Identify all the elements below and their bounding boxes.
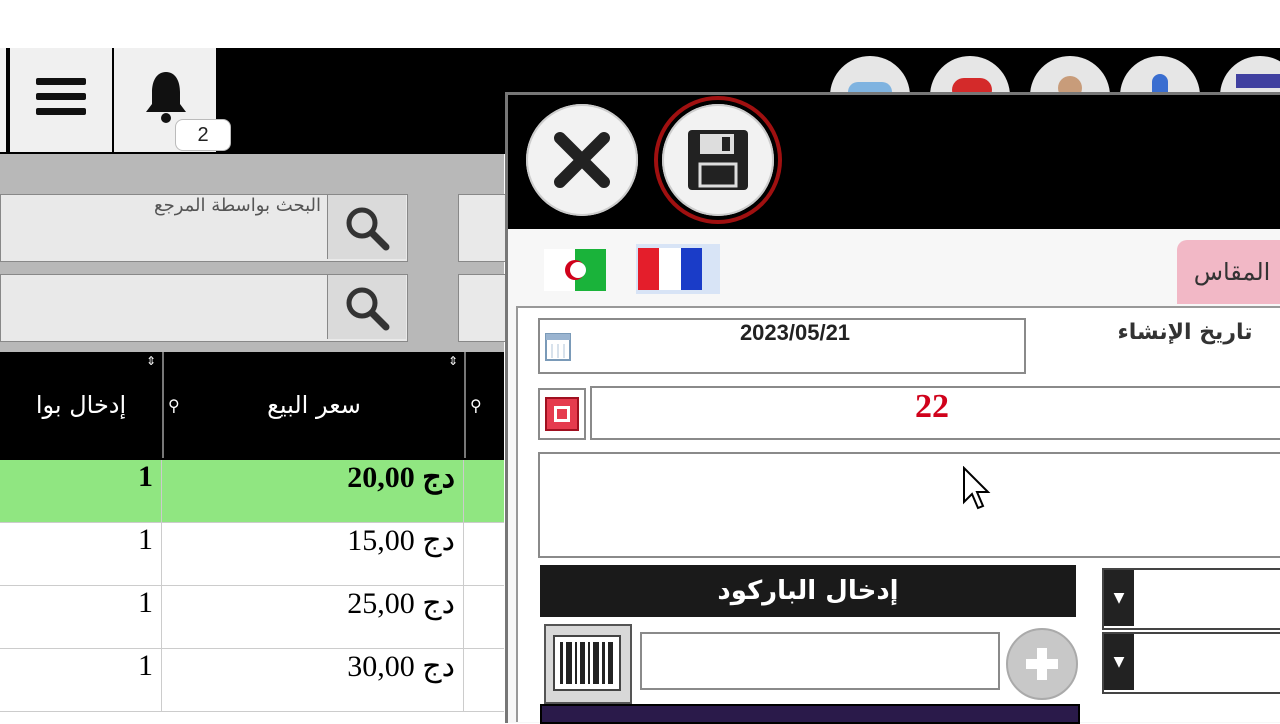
add-barcode-button[interactable] (1006, 628, 1078, 700)
creation-date-label: تاريخ الإنشاء (1117, 320, 1253, 345)
column-header[interactable]: إدخال بوا (0, 352, 164, 458)
bell-icon (146, 72, 186, 123)
table-row[interactable]: 1 15,00 دج (0, 523, 504, 586)
qty-cell: 1 (0, 460, 162, 522)
table-row-partial (0, 712, 504, 720)
language-arabic-button[interactable] (544, 249, 606, 291)
close-icon (554, 132, 610, 188)
search-row-2[interactable] (0, 274, 408, 342)
column-header[interactable]: سعر البيع (164, 352, 466, 458)
stop-button[interactable] (538, 388, 586, 440)
menu-button[interactable] (10, 48, 114, 152)
language-french-button[interactable] (636, 244, 720, 294)
calendar-icon[interactable] (544, 330, 572, 362)
search-field-secondary[interactable] (458, 194, 506, 262)
save-button[interactable] (662, 104, 774, 216)
search-field-secondary[interactable] (458, 274, 506, 342)
sort-icon[interactable]: ⇕ (448, 354, 458, 368)
table-row[interactable]: 1 25,00 دج (0, 586, 504, 649)
cursor-icon (963, 466, 991, 510)
flag-algeria-icon (544, 249, 606, 291)
price-cell: 20,00 دج (164, 460, 464, 522)
price-cell: 15,00 دج (164, 523, 464, 585)
table-row[interactable]: 1 20,00 دج (0, 460, 504, 523)
search-icon (346, 207, 390, 251)
close-button[interactable] (526, 104, 638, 216)
search-by-reference[interactable]: البحث بواسطة المرجع (0, 194, 408, 262)
sort-icon[interactable]: ⇕ (146, 354, 156, 368)
stop-icon (545, 397, 579, 431)
qty-cell: 1 (0, 523, 162, 585)
save-icon (688, 130, 748, 190)
table-row[interactable]: 1 30,00 دج (0, 649, 504, 712)
notification-badge: 2 (175, 119, 231, 151)
toolbar-edge (0, 48, 8, 152)
search-reference-input[interactable]: البحث بواسطة المرجع (1, 195, 321, 259)
creation-date-value: 2023/05/21 (739, 320, 851, 345)
barcode-table-header (540, 704, 1080, 724)
chevron-down-icon[interactable]: ▼ (1104, 634, 1134, 690)
qty-cell: 1 (0, 649, 162, 711)
chevron-down-icon[interactable]: ▼ (1104, 570, 1134, 626)
flag-france-icon (638, 248, 702, 290)
number-field[interactable]: 22 (590, 386, 1280, 440)
barcode-scan-button[interactable] (544, 624, 632, 704)
creation-date-field[interactable]: 2023/05/21 (538, 318, 1026, 374)
dropdown-select[interactable]: ▼ (1102, 568, 1280, 630)
price-cell: 25,00 دج (164, 586, 464, 648)
plus-icon (1026, 648, 1058, 680)
number-value: 22 (915, 388, 949, 425)
tab-size[interactable]: المقاس (1177, 240, 1280, 304)
column-filter-icon[interactable]: ⚲ (168, 396, 180, 415)
price-cell: 30,00 دج (164, 649, 464, 711)
barcode-label: إدخال الباركود (540, 565, 1076, 617)
search-button[interactable] (327, 275, 406, 339)
column-filter-icon[interactable]: ⚲ (470, 396, 482, 415)
barcode-input[interactable] (640, 632, 1000, 690)
search-button[interactable] (327, 195, 406, 259)
dropdown-select[interactable]: ▼ (1102, 632, 1280, 694)
qty-cell: 1 (0, 586, 162, 648)
description-field[interactable] (538, 452, 1280, 558)
barcode-icon (553, 635, 621, 691)
search-icon (346, 287, 390, 331)
menu-icon (36, 78, 86, 123)
